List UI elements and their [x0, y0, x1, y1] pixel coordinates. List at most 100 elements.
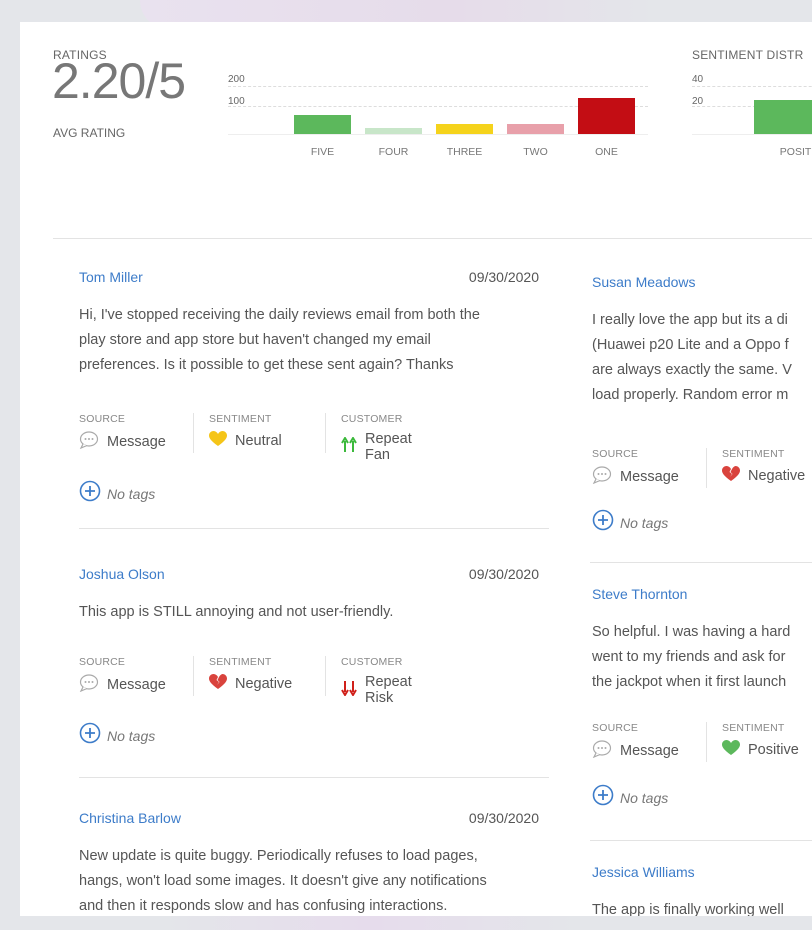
review-text: New update is quite buggy. Periodically …	[79, 848, 487, 914]
source-label: SOURCE	[79, 656, 126, 668]
review-text: Hi, I've stopped receiving the daily rev…	[79, 307, 480, 373]
source-field: SOURCE Message	[79, 656, 166, 696]
review-date: 09/30/2020	[468, 566, 539, 582]
bar-five	[294, 115, 351, 134]
reviews-panel: RATINGS 2.20/5 AVG RATING 200 100 FIVE FOUR…	[20, 22, 812, 916]
no-tags-label: No tags	[107, 485, 156, 502]
baseline	[228, 134, 648, 135]
customer-label: CUSTOMER	[341, 413, 403, 425]
chat-bubble-icon	[592, 740, 612, 762]
bar-one	[578, 98, 635, 134]
add-tag-icon[interactable]	[592, 784, 614, 811]
customer-field: CUSTOMER Repeat Risk	[341, 656, 412, 706]
category-label: POSITIVE	[779, 146, 812, 158]
customer-value: Repeat Fan	[365, 431, 412, 463]
chat-bubble-icon	[79, 674, 99, 696]
meta-separator	[193, 656, 194, 696]
reviewer-name-link[interactable]: Tom Miller	[79, 269, 143, 285]
review-text: The app is finally working well	[592, 902, 784, 916]
sentiment-bar-chart: 4020POSITIVE	[692, 74, 812, 174]
review-card: Steve Thornton So helpful. I was having …	[592, 586, 812, 816]
sentiment-label: SENTIMENT	[209, 413, 272, 425]
review-divider	[79, 528, 549, 529]
source-value: Message	[107, 434, 166, 450]
review-text: I really love the app but its a di (Huaw…	[592, 312, 792, 403]
bar-two	[507, 123, 564, 134]
avg-rating-label: AVG RATING	[53, 126, 126, 140]
sentiment-value: Negative	[235, 676, 293, 692]
review-text: This app is STILL annoying and not user-…	[79, 604, 394, 620]
review-card: Tom Miller 09/30/2020 Hi, I've stopped r…	[79, 269, 539, 569]
add-tag-icon[interactable]	[79, 722, 101, 749]
y-tick-label: 200	[228, 74, 245, 85]
source-field: SOURCE Message	[592, 448, 679, 488]
customer-value: Repeat Risk	[365, 674, 412, 706]
review-divider	[79, 777, 549, 778]
category-label: TWO	[523, 146, 548, 158]
category-label: FIVE	[310, 146, 335, 158]
tags-row: No tags	[79, 480, 155, 507]
meta-separator	[325, 656, 326, 696]
add-tag-icon[interactable]	[592, 509, 614, 536]
green-up-arrows-icon	[341, 436, 357, 457]
sentiment-value: Neutral	[235, 433, 282, 449]
tags-row: No tags	[592, 509, 668, 536]
source-label: SOURCE	[79, 413, 126, 425]
no-tags-label: No tags	[620, 514, 669, 531]
review-date: 09/30/2020	[468, 810, 539, 826]
source-label: SOURCE	[592, 722, 639, 734]
gridline	[228, 86, 648, 87]
sentiment-field: SENTIMENT Neutral	[209, 413, 282, 451]
category-label: THREE	[446, 146, 483, 158]
bar-three	[436, 124, 493, 134]
review-text: So helpful. I was having a hard went to …	[592, 624, 791, 690]
broken-heart-icon	[209, 674, 227, 694]
review-card: Christina Barlow 09/30/2020 New update i…	[79, 810, 539, 916]
review-divider	[590, 840, 812, 841]
sentiment-section-label: SENTIMENT DISTR	[692, 48, 804, 62]
sentiment-value: Negative	[748, 468, 806, 484]
tags-row: No tags	[592, 784, 668, 811]
category-label: FOUR	[378, 146, 409, 158]
reviewer-name-link[interactable]: Jessica Williams	[592, 864, 695, 880]
chat-bubble-icon	[79, 431, 99, 453]
reviewer-name-link[interactable]: Christina Barlow	[79, 810, 181, 826]
reviewer-name-link[interactable]: Joshua Olson	[79, 566, 165, 582]
add-tag-icon[interactable]	[79, 480, 101, 507]
red-down-arrows-icon	[341, 680, 357, 700]
sentiment-label: SENTIMENT	[209, 656, 272, 668]
sentiment-field: SENTIMENT Positive	[722, 722, 799, 760]
y-tick-label: 40	[692, 74, 704, 85]
bar-positive	[754, 100, 812, 134]
sentiment-value: Positive	[748, 742, 799, 758]
sentiment-field: SENTIMENT Negative	[209, 656, 292, 694]
source-value: Message	[107, 677, 166, 693]
source-label: SOURCE	[592, 448, 639, 460]
customer-field: CUSTOMER Repeat Fan	[341, 413, 412, 463]
tags-row: No tags	[79, 722, 155, 749]
source-value: Message	[620, 469, 679, 485]
source-field: SOURCE Message	[79, 413, 166, 453]
meta-separator	[325, 413, 326, 453]
review-card: Susan Meadows I really love the app but …	[592, 274, 812, 534]
review-divider	[590, 562, 812, 563]
reviewer-name-link[interactable]: Susan Meadows	[592, 274, 696, 290]
ratings-bar-chart: 200 100 FIVE FOUR THREE TWO ONE	[228, 74, 648, 174]
no-tags-label: No tags	[107, 727, 156, 744]
meta-separator	[193, 413, 194, 453]
no-tags-label: No tags	[620, 789, 669, 806]
broken-heart-icon	[722, 466, 740, 486]
green-heart-icon	[722, 740, 740, 760]
category-label: ONE	[595, 146, 618, 158]
review-card: Joshua Olson 09/30/2020 This app is STIL…	[79, 566, 539, 766]
review-date: 09/30/2020	[468, 269, 539, 285]
reviewer-name-link[interactable]: Steve Thornton	[592, 586, 687, 602]
sentiment-label: SENTIMENT	[722, 722, 785, 734]
gridline	[692, 86, 812, 87]
meta-separator	[706, 448, 707, 488]
header-divider	[53, 238, 812, 239]
yellow-heart-icon	[209, 431, 227, 451]
chat-bubble-icon	[592, 466, 612, 488]
meta-separator	[706, 722, 707, 762]
avg-rating-value: 2.20/5	[52, 53, 186, 109]
